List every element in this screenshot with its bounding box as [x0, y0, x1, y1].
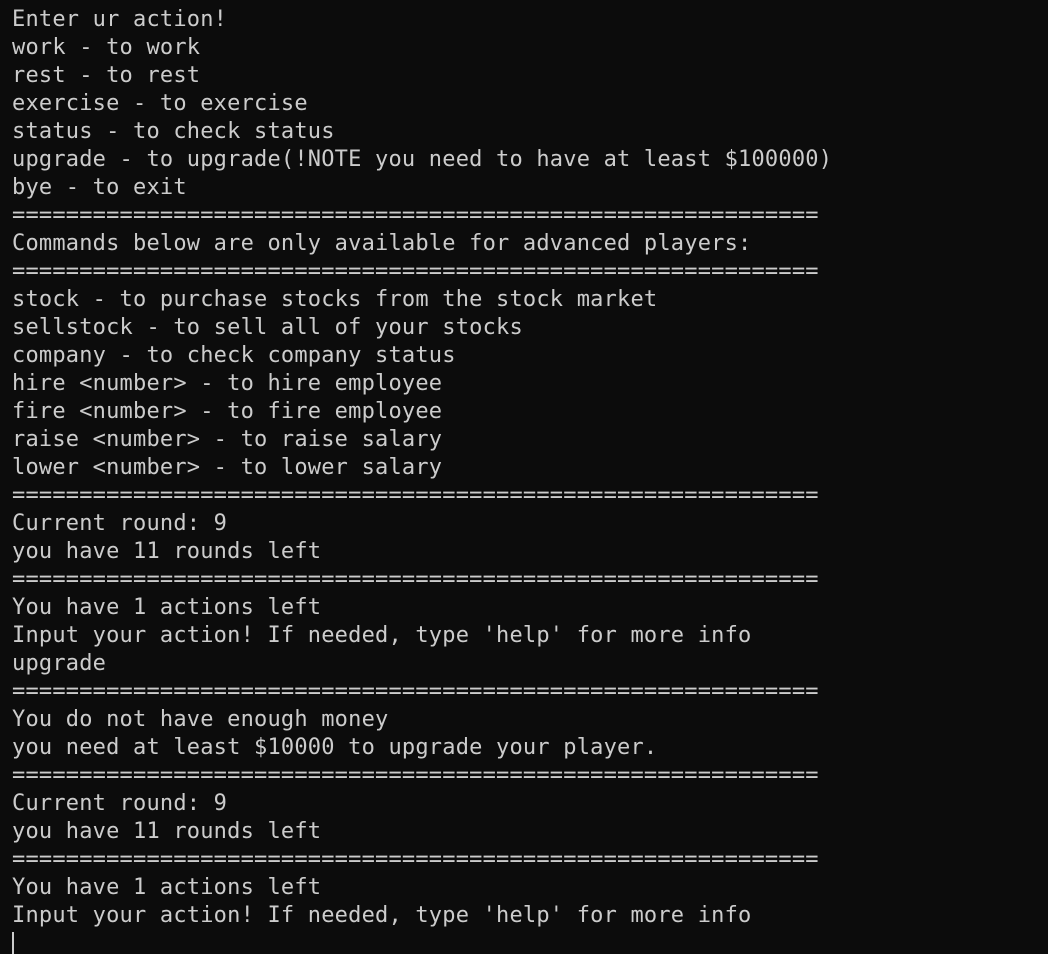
menu-item-status: status - to check status	[12, 119, 335, 144]
current-round-text: Current round: 9	[12, 511, 228, 536]
input-prompt-text: Input your action! If needed, type 'help…	[12, 623, 752, 648]
terminal-output[interactable]: Enter ur action! work - to work rest - t…	[0, 0, 1048, 954]
separator-line: ========================================…	[12, 259, 819, 284]
menu-item-sellstock: sellstock - to sell all of your stocks	[12, 315, 523, 340]
separator-line: ========================================…	[12, 203, 819, 228]
separator-line: ========================================…	[12, 483, 819, 508]
separator-line: ========================================…	[12, 567, 819, 592]
actions-left-text: You have 1 actions left	[12, 875, 322, 900]
menu-item-company: company - to check company status	[12, 343, 456, 368]
menu-item-upgrade: upgrade - to upgrade(!NOTE you need to h…	[12, 147, 833, 172]
menu-item-raise: raise <number> - to raise salary	[12, 427, 443, 452]
menu-item-exercise: exercise - to exercise	[12, 91, 308, 116]
menu-item-stock: stock - to purchase stocks from the stoc…	[12, 287, 658, 312]
menu-item-hire: hire <number> - to hire employee	[12, 371, 443, 396]
error-message: You do not have enough money	[12, 707, 389, 732]
current-round-text: Current round: 9	[12, 791, 228, 816]
separator-line: ========================================…	[12, 847, 819, 872]
rounds-left-text: you have 11 rounds left	[12, 819, 322, 844]
input-prompt-text: Input your action! If needed, type 'help…	[12, 903, 752, 928]
menu-item-bye: bye - to exit	[12, 175, 187, 200]
menu-item-fire: fire <number> - to fire employee	[12, 399, 443, 424]
text-cursor[interactable]	[12, 932, 14, 954]
advanced-commands-heading: Commands below are only available for ad…	[12, 231, 752, 256]
menu-item-rest: rest - to rest	[12, 63, 201, 88]
menu-item-work: work - to work	[12, 35, 201, 60]
rounds-left-text: you have 11 rounds left	[12, 539, 322, 564]
menu-item-lower: lower <number> - to lower salary	[12, 455, 443, 480]
prompt-header: Enter ur action!	[12, 7, 228, 32]
user-input-echo: upgrade	[12, 651, 107, 676]
error-detail: you need at least $10000 to upgrade your…	[12, 735, 658, 760]
actions-left-text: You have 1 actions left	[12, 595, 322, 620]
separator-line: ========================================…	[12, 763, 819, 788]
separator-line: ========================================…	[12, 679, 819, 704]
